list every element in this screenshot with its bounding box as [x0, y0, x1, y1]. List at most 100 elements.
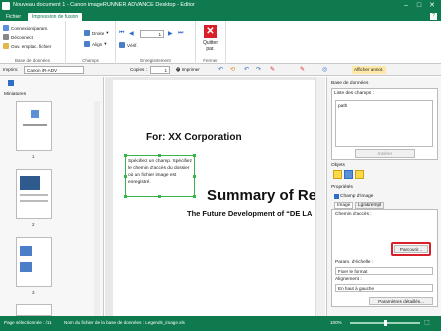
- fit-page-icon[interactable]: ⬚: [424, 319, 430, 326]
- close-merge-label2: par.: [206, 46, 215, 52]
- group-label-close: Fermer: [203, 58, 218, 63]
- ribbon-group-close: ✕ Quitter par. Fermer: [196, 21, 226, 64]
- printer-select[interactable]: Canon iR-ADV: [24, 66, 84, 74]
- path-label: Chemin d'accès :: [335, 212, 372, 217]
- select-icon[interactable]: ◎: [322, 66, 327, 74]
- canvas-scrollbar[interactable]: [315, 77, 325, 316]
- copies-label: Copies :: [130, 67, 147, 72]
- ribbon-group-database: Connexion/param. Déconnect Ouv. emplac. …: [0, 21, 66, 64]
- fields-list-label: Liste des champs :: [334, 91, 374, 96]
- right-align-label: Droite: [92, 30, 105, 36]
- resize-handle[interactable]: [193, 195, 196, 198]
- detail-settings-button[interactable]: Paramètres détaillés...: [369, 297, 433, 305]
- thumbnail-page-3[interactable]: [16, 237, 52, 287]
- maximize-button[interactable]: □: [413, 1, 425, 11]
- help-icon[interactable]: ?: [430, 13, 437, 20]
- tab-image[interactable]: Image: [334, 202, 354, 209]
- zoom-value: 100%: [330, 320, 342, 325]
- resize-handle[interactable]: [158, 195, 161, 198]
- thumb-photo: [20, 246, 32, 256]
- scale-select[interactable]: Fixer le format: [335, 267, 433, 275]
- resize-handle[interactable]: [193, 175, 196, 178]
- app-icon: [2, 2, 10, 10]
- highlight-icon[interactable]: ✎: [270, 66, 275, 74]
- resize-handle[interactable]: [124, 175, 127, 178]
- subtitle-text: The Future Development of “DE LA: [187, 209, 313, 218]
- image-object-icon[interactable]: [344, 170, 353, 179]
- folder-icon: [3, 43, 9, 49]
- print-label: Imprimer: [181, 67, 200, 72]
- image-field-checkbox[interactable]: [334, 194, 339, 199]
- verify-button[interactable]: Vérif.: [119, 42, 138, 48]
- align-icon: [84, 41, 90, 47]
- show-annotations-button[interactable]: Afficher annot.: [352, 66, 386, 74]
- merge-settings-panel: Base de données Liste des champs : path …: [326, 77, 441, 316]
- barcode-object-icon[interactable]: [355, 170, 364, 179]
- quick-toolbar: Imprim: Canon iR-ADV Copies : 1 🖶 Imprim…: [0, 64, 441, 76]
- open-file-location-label: Ouv. emplac. fichier: [11, 43, 52, 49]
- page-selected-status: Page sélectionnée : /11: [4, 320, 52, 325]
- insert-button[interactable]: Insérer: [355, 149, 415, 158]
- thumb-line: [20, 200, 48, 202]
- fields-list[interactable]: [335, 100, 433, 147]
- ribbon-group-records: ⏮ ◀ 1 ▶ ⏭ Vérif. Enregistrement: [116, 21, 196, 64]
- database-file-status: Nom du fichier de la base de données : L…: [64, 320, 185, 325]
- first-record-button[interactable]: ⏮: [119, 30, 124, 37]
- copies-input[interactable]: 1: [150, 66, 170, 74]
- zoom-slider-thumb[interactable]: [384, 320, 387, 326]
- resize-handle[interactable]: [124, 195, 127, 198]
- record-number-input[interactable]: 1: [140, 30, 164, 38]
- tab-line-fill[interactable]: Lgn&rempl: [355, 202, 385, 209]
- for-heading: For: XX Corporation: [146, 132, 242, 143]
- ribbon-group-fields: Droite ▾ Align ▾ Champs: [66, 21, 116, 64]
- image-merge-field[interactable]: Spécifiez un champ. Spécifiez le chemin …: [125, 155, 195, 197]
- ribbon: Connexion/param. Déconnect Ouv. emplac. …: [0, 21, 441, 64]
- text-object-icon[interactable]: [333, 170, 342, 179]
- resize-handle[interactable]: [158, 154, 161, 157]
- align-label: Align: [92, 41, 103, 47]
- thumbnail-scrollbar[interactable]: [94, 101, 100, 316]
- alignment-select[interactable]: En haut à gauche: [335, 284, 433, 292]
- undo-icon[interactable]: ↶: [244, 66, 249, 74]
- right-align-dropdown[interactable]: Droite ▾: [84, 30, 109, 36]
- print-button[interactable]: 🖶 Imprimer: [176, 66, 200, 74]
- disconnect-button[interactable]: Déconnect: [3, 34, 33, 40]
- print-icon: 🖶: [176, 67, 181, 72]
- redo-icon[interactable]: ↷: [256, 66, 261, 74]
- alignment-label: Alignement :: [335, 277, 362, 282]
- prev-record-button[interactable]: ◀: [129, 30, 134, 37]
- scale-label: Param. d'échelle :: [335, 260, 374, 265]
- thumb-line: [23, 124, 47, 126]
- tab-file[interactable]: Fichier: [2, 13, 25, 21]
- browse-button[interactable]: Parcourir...: [394, 245, 428, 253]
- printer-label: Imprim:: [3, 67, 19, 72]
- resize-handle[interactable]: [193, 154, 196, 157]
- thumbnail-page-1[interactable]: [16, 101, 52, 151]
- last-record-button[interactable]: ⏭: [178, 30, 183, 37]
- field-item-path[interactable]: path: [338, 104, 347, 109]
- close-icon[interactable]: ✕: [204, 25, 217, 38]
- thumbnail-page-2[interactable]: [16, 169, 52, 219]
- open-file-location-button[interactable]: Ouv. emplac. fichier: [3, 43, 51, 49]
- thumbnail-title: Miniatures: [4, 92, 27, 97]
- pen-icon[interactable]: ✎: [300, 66, 305, 74]
- thumbnail-page-4[interactable]: [16, 304, 52, 316]
- rotate-icon[interactable]: ⟲: [230, 66, 235, 74]
- open-icon[interactable]: ↶: [218, 66, 223, 74]
- resize-handle[interactable]: [124, 154, 127, 157]
- thumbnail-number-3: 3: [32, 290, 35, 295]
- minimize-button[interactable]: –: [400, 1, 412, 11]
- summary-heading: Summary of Res: [207, 187, 326, 204]
- objects-label: Objets: [331, 163, 345, 168]
- align-dropdown[interactable]: Align ▾: [84, 41, 107, 47]
- next-record-button[interactable]: ▶: [168, 30, 173, 37]
- disconnect-icon: [3, 34, 9, 40]
- tab-merge-print[interactable]: Impression de fusion: [28, 13, 83, 21]
- image-field-checkbox-label: Champ d'image: [340, 194, 374, 199]
- close-window-button[interactable]: ✕: [426, 1, 438, 11]
- status-bar: Page sélectionnée : /11 Nom du fichier d…: [0, 316, 441, 331]
- connect-settings-button[interactable]: Connexion/param.: [3, 25, 49, 31]
- thumbnail-view-icon[interactable]: [8, 80, 14, 86]
- group-label-records: Enregistrement: [140, 58, 171, 63]
- connect-settings-label: Connexion/param.: [11, 25, 49, 31]
